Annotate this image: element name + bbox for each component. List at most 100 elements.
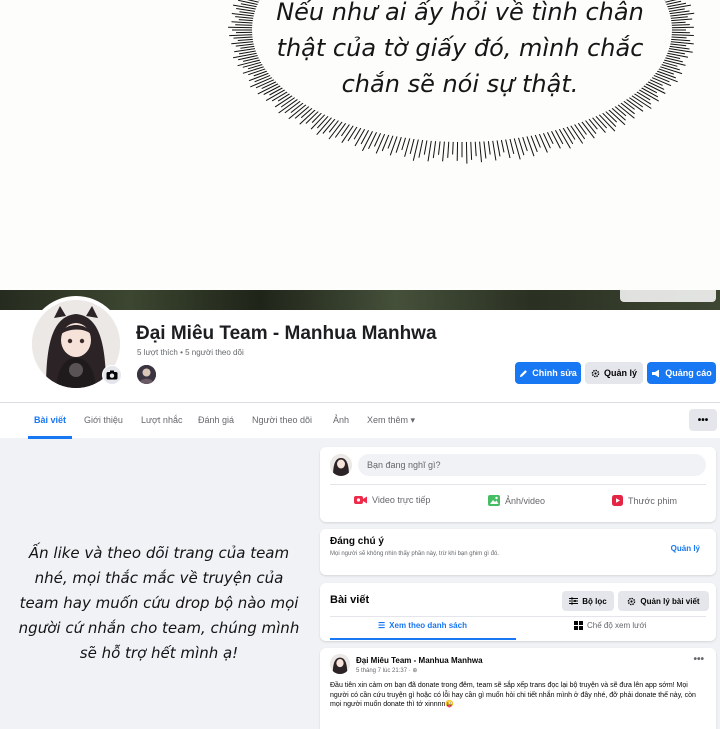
burst-ray [354, 127, 367, 147]
reel-label: Thước phim [628, 495, 677, 506]
post-body: Đầu tiên xin cảm ơn bạn đã donate trong … [330, 682, 696, 708]
burst-ray [669, 21, 686, 24]
burst-ray [311, 111, 324, 123]
reel-button[interactable]: Thước phim [612, 495, 677, 506]
ads-label: Quảng cáo [665, 368, 712, 378]
burst-ray [360, 128, 370, 145]
burst-ray [387, 133, 395, 149]
more-options-button[interactable]: ••• [689, 409, 717, 431]
burst-ray [597, 112, 616, 132]
composer-input[interactable]: Bạn đang nghĩ gì? [358, 454, 706, 476]
message-line: người cứ nhắn cho team, chúng mình [18, 619, 300, 637]
burst-ray [300, 106, 314, 119]
burst-ray [442, 139, 446, 162]
burst-ray [470, 139, 473, 160]
gear-icon [591, 369, 600, 377]
tab-reviews[interactable]: Đánh giá [198, 415, 234, 425]
message-line: nhé, mọi thắc mắc về truyện của [34, 569, 284, 587]
list-view-tab[interactable]: ☰ Xem theo danh sách [378, 621, 467, 630]
burst-ray [401, 135, 407, 151]
burst-ray [669, 26, 694, 29]
grid-view-tab[interactable]: Chế độ xem lưới [574, 621, 647, 630]
tab-more-label: Xem thêm [367, 415, 409, 425]
burst-ray [573, 122, 586, 140]
pencil-icon [520, 369, 528, 377]
burst-ray [565, 125, 576, 140]
burst-ray [669, 18, 693, 22]
burst-ray [554, 128, 564, 145]
burst-ray [504, 137, 511, 159]
post-author[interactable]: Đại Miêu Team - Manhua Manhwa [356, 656, 483, 665]
burst-ray [576, 121, 587, 135]
tab-posts[interactable]: Bài viết [34, 415, 66, 425]
edit-cover-button[interactable] [620, 290, 716, 302]
speech-line: chắn sẽ nói sự thật. [341, 70, 579, 98]
dropdown-icon: ▾ [410, 415, 416, 425]
photo-icon [488, 495, 500, 506]
megaphone-icon [652, 369, 660, 377]
grid-icon [574, 621, 583, 630]
tab-followers[interactable]: Người theo dõi [252, 415, 312, 425]
tab-mentions[interactable]: Lượt nhắc [141, 415, 182, 425]
burst-ray [538, 132, 548, 153]
post-composer: Bạn đang nghĩ gì? Video trực tiếp Ảnh/vi… [320, 447, 716, 522]
message-line: team hay muốn cứu drop bộ nào mọi [19, 594, 299, 612]
cover-photo [0, 290, 720, 310]
burst-ray [550, 129, 561, 149]
post-options-button[interactable]: ••• [693, 654, 704, 665]
follower-avatar[interactable] [137, 365, 156, 384]
post-time-text: 5 tháng 7 lúc 21:37 · [356, 668, 413, 674]
divider [330, 484, 706, 485]
burst-ray [669, 36, 687, 39]
active-view-indicator [330, 638, 516, 640]
burst-ray [328, 118, 341, 133]
burst-ray [668, 41, 694, 45]
speech-line: thật của tờ giấy đó, mình chắc [276, 34, 644, 62]
camera-icon[interactable] [102, 365, 122, 385]
burst-ray [438, 139, 441, 155]
page-stats: 5 lượt thích • 5 người theo dõi [137, 348, 244, 357]
team-message: Ấn like và theo dõi trang của team nhé, … [4, 541, 314, 666]
message-line: sẽ hỗ trợ hết mình ạ! [79, 644, 239, 662]
burst-ray [288, 103, 308, 120]
manage-posts-button[interactable]: Quản lý bài viết [618, 591, 709, 611]
burst-ray [561, 126, 574, 145]
globe-icon: ⊕ [412, 668, 418, 674]
featured-manage-link[interactable]: Quản lý [671, 544, 700, 553]
burst-ray [668, 16, 688, 19]
filter-button[interactable]: Bộ lọc [562, 591, 614, 611]
post-card: Đại Miêu Team - Manhua Manhwa 5 tháng 7 … [320, 648, 716, 729]
burst-ray [669, 34, 694, 36]
manage-page-button[interactable]: Quản lý [585, 362, 643, 384]
post-timestamp[interactable]: 5 tháng 7 lúc 21:37 · ⊕ [356, 667, 417, 674]
burst-ray [607, 108, 626, 126]
filter-label: Bộ lọc [582, 596, 607, 606]
posts-title: Bài viết [330, 594, 370, 606]
burst-ray [353, 126, 363, 140]
live-video-label: Video trực tiếp [372, 495, 431, 505]
burst-ray [375, 132, 386, 154]
photo-video-button[interactable]: Ảnh/video [488, 495, 545, 506]
edit-page-button[interactable]: Chỉnh sửa [515, 362, 581, 384]
photo-video-label: Ảnh/video [505, 495, 546, 506]
page-title: Đại Miêu Team - Manhua Manhwa [136, 323, 437, 344]
message-line: Ấn like và theo dõi trang của team [28, 544, 290, 562]
burst-ray [412, 137, 420, 161]
manga-panel: Nếu như ai ấy hỏi về tình chân thật của … [0, 0, 720, 292]
list-view-label: Xem theo danh sách [389, 621, 467, 630]
tab-photos[interactable]: Ảnh [333, 415, 349, 425]
post-author-avatar[interactable] [330, 654, 350, 674]
ads-button[interactable]: Quảng cáo [647, 362, 716, 384]
reel-icon [612, 495, 623, 506]
tab-about[interactable]: Giới thiệu [84, 415, 123, 425]
burst-ray [465, 139, 468, 164]
burst-ray [478, 139, 482, 163]
burst-ray [542, 131, 551, 149]
tab-more[interactable]: Xem thêm ▾ [367, 415, 415, 426]
featured-card: Đáng chú ý Mọi người sẽ không nhìn thấy … [320, 529, 716, 575]
burst-ray [423, 138, 428, 155]
burst-ray [521, 135, 528, 152]
burst-ray [587, 117, 598, 130]
featured-subtitle: Mọi người sẽ không nhìn thấy phần này, t… [330, 551, 499, 557]
live-video-button[interactable]: Video trực tiếp [354, 495, 430, 505]
